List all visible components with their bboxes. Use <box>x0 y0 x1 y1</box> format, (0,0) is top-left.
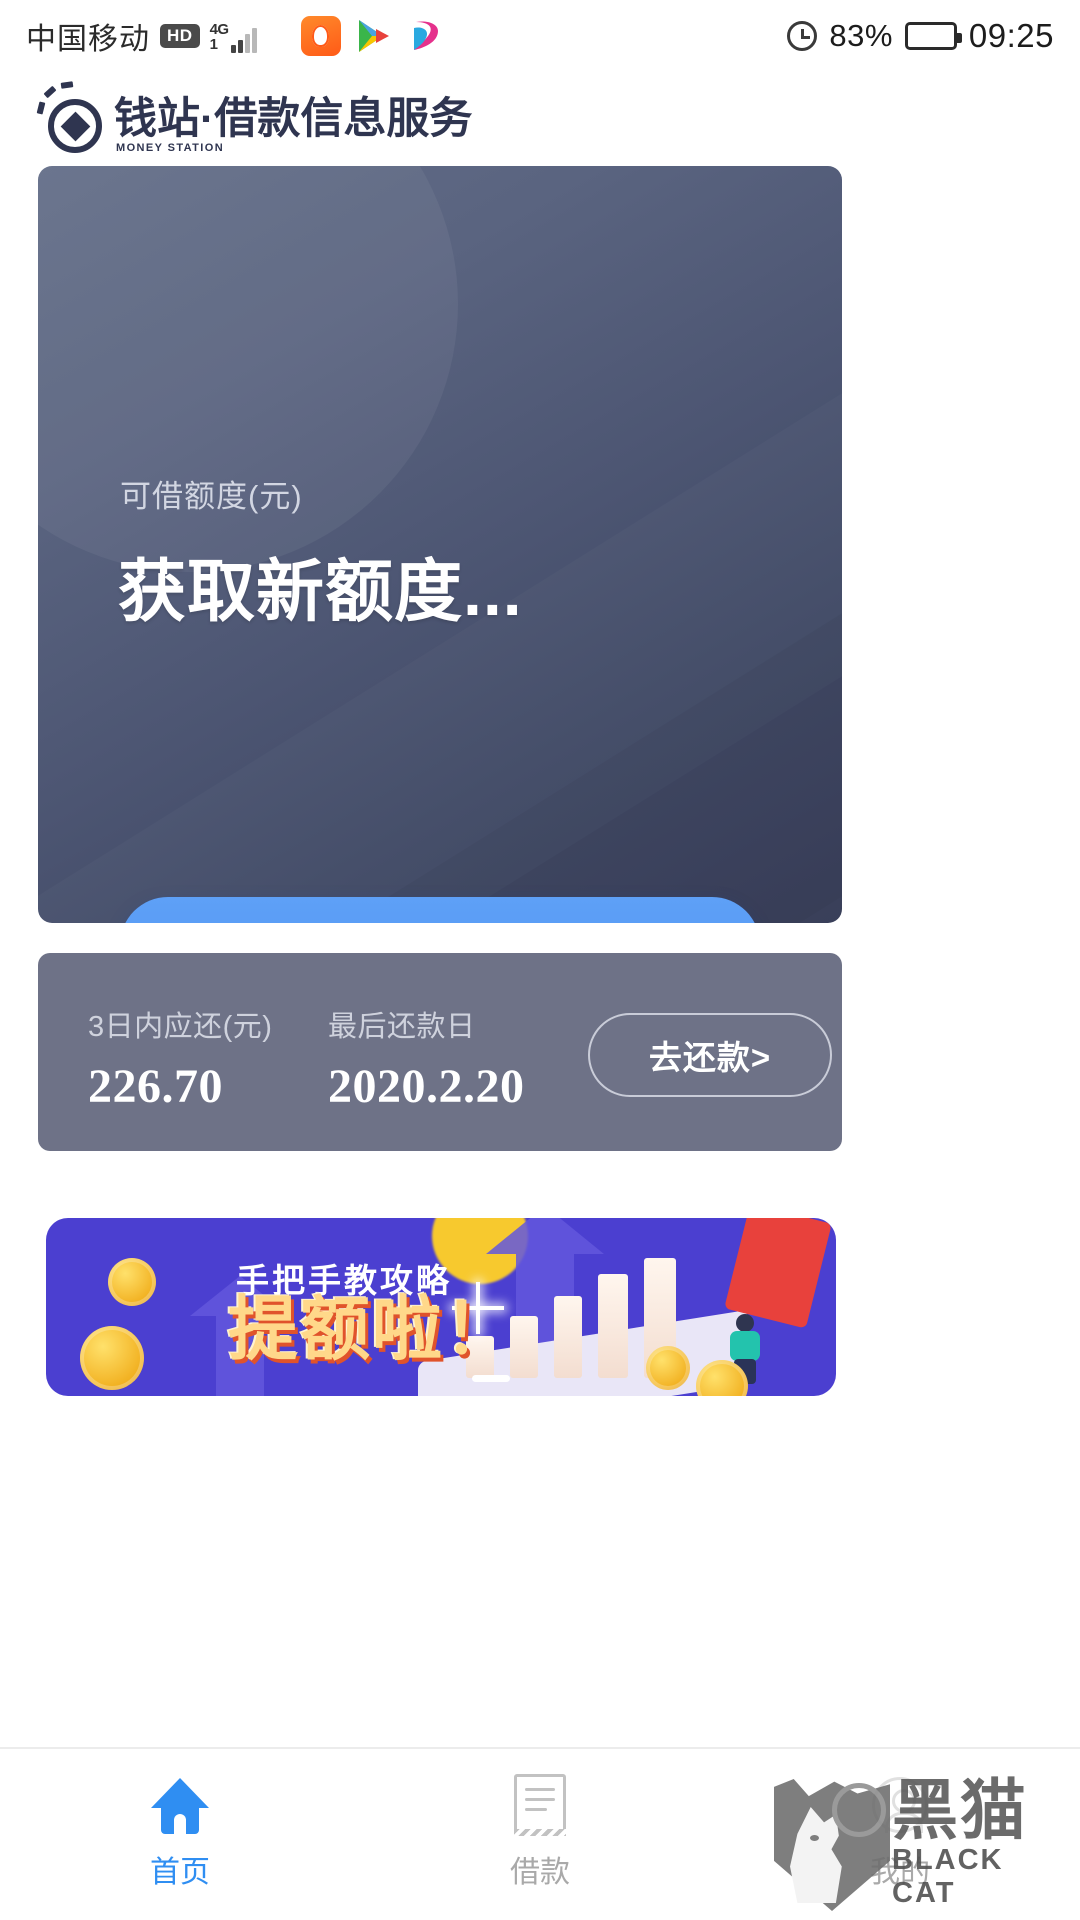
brand-block: 钱站·借款信息服务 MONEY STATION <box>114 84 472 154</box>
home-icon <box>151 1769 209 1841</box>
nav-item-loan[interactable]: 借款 <box>360 1749 720 1920</box>
due-date-label: 最后还款日 <box>328 1011 476 1043</box>
network-type-upper: 4G <box>209 20 230 38</box>
battery-icon <box>904 22 962 50</box>
signal-strength-bars <box>230 27 257 53</box>
status-bar: 中国移动 HD 4G 1 83% 09:25 <box>0 0 1080 72</box>
gold-coin-icon <box>80 1326 144 1390</box>
nav-item-home-label: 首页 <box>150 1855 210 1889</box>
due-amount-label: 3日内应还(元) <box>88 1011 273 1043</box>
nav-item-loan-label: 借款 <box>510 1855 570 1889</box>
app-header: 钱站·借款信息服务 MONEY STATION <box>0 72 1080 166</box>
youku-icon <box>405 16 445 56</box>
alarm-clock-icon <box>787 21 818 51</box>
black-cat-watermark: 黑猫 BLACK CAT <box>774 1772 1074 1918</box>
uc-browser-icon <box>300 16 341 56</box>
network-type-label: 4G 1 <box>209 20 230 54</box>
signal-bars-icon: 4G 1 <box>210 19 257 53</box>
receipt-icon <box>514 1769 566 1841</box>
promo-banner[interactable]: 手把手教攻略 提额啦！ <box>46 1218 836 1396</box>
due-amount-value: 226.70 <box>88 1060 223 1113</box>
status-bar-left: 中国移动 HD 4G 1 <box>26 14 257 58</box>
gold-coin-icon <box>646 1346 690 1390</box>
nav-item-home[interactable]: 首页 <box>0 1749 360 1920</box>
get-new-limit-button[interactable]: 填写更多资料，获取新额度 <box>120 897 760 923</box>
red-envelope-icon <box>724 1218 832 1329</box>
gold-coin-icon <box>108 1258 156 1306</box>
watermark-en-label: BLACK CAT <box>892 1844 1004 1910</box>
battery-percent-label: 83% <box>829 18 893 53</box>
money-station-coin-icon <box>36 81 110 155</box>
page-title: 钱站·借款信息服务 <box>114 95 473 143</box>
go-to-repay-button-label: 去还款> <box>648 1039 772 1076</box>
carrier-label: 中国移动 <box>26 23 150 56</box>
due-date-block: 最后还款日 2020.2.20 <box>328 1003 525 1114</box>
clock-label: 09:25 <box>968 17 1054 54</box>
carousel-indicator[interactable] <box>472 1375 510 1382</box>
promo-title: 提额啦！ <box>228 1290 516 1368</box>
due-amount-block: 3日内应还(元) 226.70 <box>88 1003 272 1114</box>
black-cat-shield-icon <box>774 1779 890 1911</box>
watermark-text: 黑猫 BLACK CAT <box>892 1772 1074 1911</box>
hd-icon: HD <box>160 24 200 48</box>
network-type-lower: 1 <box>209 36 218 54</box>
status-bar-app-icons <box>300 16 445 56</box>
get-new-limit-button-label: 填写更多资料，获取新额度 <box>209 918 671 923</box>
credit-limit-amount: 获取新额度... <box>118 554 523 630</box>
credit-limit-label: 可借额度(元) <box>120 479 303 514</box>
due-date-value: 2020.2.20 <box>328 1060 525 1113</box>
watermark-cn-label: 黑猫 <box>892 1772 1028 1847</box>
status-bar-right: 83% 09:25 <box>787 17 1054 55</box>
brand-subtitle: MONEY STATION <box>116 142 225 154</box>
google-play-icon <box>353 16 393 56</box>
go-to-repay-button[interactable]: 去还款> <box>588 1013 832 1097</box>
credit-limit-card: 可借额度(元) 获取新额度... 填写更多资料，获取新额度 <box>38 166 842 923</box>
repayment-card[interactable]: 3日内应还(元) 226.70 最后还款日 2020.2.20 去还款> <box>38 953 842 1151</box>
